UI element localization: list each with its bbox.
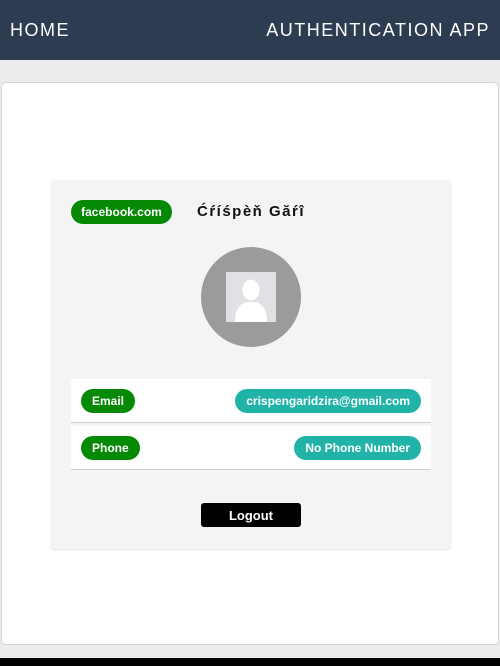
- nav-home-link[interactable]: HOME: [10, 20, 70, 41]
- avatar: [201, 247, 301, 347]
- user-silhouette-icon: [226, 272, 276, 322]
- logout-button[interactable]: Logout: [201, 503, 301, 527]
- top-navbar: HOME AUTHENTICATION APP: [0, 0, 500, 60]
- bottom-bar: [0, 658, 500, 666]
- phone-row: Phone No Phone Number: [71, 426, 431, 470]
- phone-value: No Phone Number: [294, 435, 421, 460]
- main-panel: facebook.com Ćŕíśpèň Găŕî Email crispeng…: [1, 82, 499, 645]
- email-value: crispengaridzira@gmail.com: [235, 388, 421, 413]
- provider-badge: facebook.com: [71, 200, 172, 224]
- nav-brand-link[interactable]: AUTHENTICATION APP: [266, 20, 490, 41]
- email-row: Email crispengaridzira@gmail.com: [71, 379, 431, 423]
- phone-label: Phone: [81, 435, 140, 460]
- email-label: Email: [81, 388, 136, 413]
- user-name: Ćŕíśpèň Găŕî: [197, 203, 306, 220]
- profile-card: facebook.com Ćŕíśpèň Găŕî Email crispeng…: [51, 180, 451, 549]
